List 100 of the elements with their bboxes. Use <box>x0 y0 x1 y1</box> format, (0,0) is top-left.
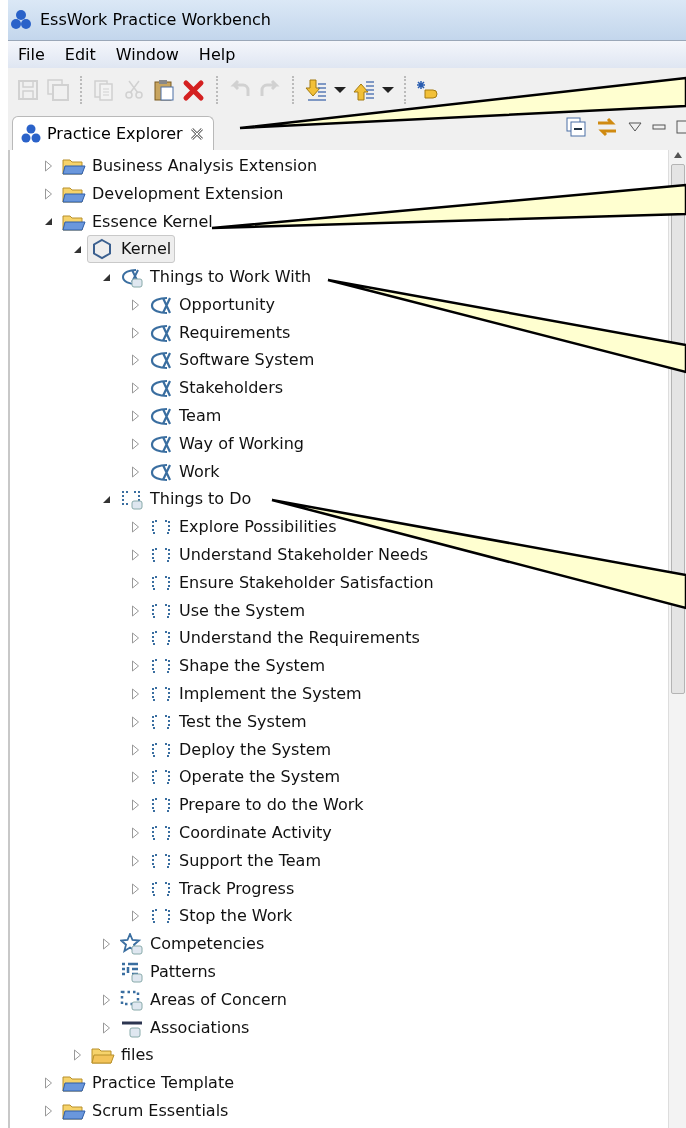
expand-arrow-icon[interactable] <box>130 827 140 839</box>
tree-item[interactable]: Associations <box>116 1013 254 1042</box>
menu-item[interactable]: File <box>8 42 55 67</box>
minimize-icon[interactable] <box>652 122 666 132</box>
group-icon <box>120 488 144 511</box>
new-item-icon <box>416 78 440 102</box>
tree-item[interactable]: Implement the System <box>145 680 366 709</box>
import-icon <box>304 78 328 102</box>
clipboard-button[interactable] <box>152 78 176 102</box>
expand-arrow-icon[interactable] <box>43 187 53 200</box>
tree-item[interactable]: Explore Possibilities <box>145 513 341 542</box>
copy-icon <box>92 78 116 102</box>
clipboard-icon <box>152 78 176 102</box>
collapse-all-icon[interactable] <box>566 117 586 137</box>
tree-item[interactable]: Business Analysis Extension <box>58 151 322 180</box>
tree-item[interactable]: Coordinate Activity <box>145 819 336 848</box>
alpha-icon <box>149 377 173 400</box>
expand-arrow-icon[interactable] <box>101 993 111 1006</box>
tree-item[interactable]: Work <box>145 457 224 486</box>
tree-item[interactable]: Things to Do <box>116 485 256 514</box>
caret-button[interactable] <box>334 87 346 93</box>
tree-item[interactable]: Stakeholders <box>145 374 288 403</box>
expand-arrow-icon[interactable] <box>130 326 140 339</box>
new-item-button[interactable] <box>416 78 440 102</box>
tree-item[interactable]: Understand Stakeholder Needs <box>145 541 433 570</box>
tree-item[interactable]: Competencies <box>116 930 269 959</box>
expand-arrow-icon[interactable] <box>101 938 111 951</box>
explorer-icon <box>21 123 41 144</box>
view-tab[interactable]: Practice Explorer <box>12 116 214 150</box>
tree-item[interactable]: Use the System <box>145 596 309 625</box>
tree-item[interactable]: Operate the System <box>145 763 345 792</box>
tree-item[interactable]: Requirements <box>145 318 295 347</box>
tree-item[interactable]: Team <box>145 402 226 431</box>
expand-arrow-icon[interactable] <box>130 854 140 867</box>
tree-item[interactable]: Understand the Requirements <box>145 624 424 653</box>
menu-item[interactable]: Edit <box>54 42 106 67</box>
delete-button[interactable] <box>182 78 206 102</box>
expand-arrow-icon[interactable] <box>130 743 140 756</box>
tree-item[interactable]: Shape the System <box>145 652 330 681</box>
expand-arrow-icon[interactable] <box>130 688 140 701</box>
expand-arrow-icon[interactable] <box>130 465 140 478</box>
expand-arrow-icon[interactable] <box>130 799 140 812</box>
expand-arrow-icon[interactable] <box>130 604 140 617</box>
export-icon <box>352 78 376 102</box>
scrollbar[interactable] <box>668 150 686 1128</box>
tree-item[interactable]: Deploy the System <box>145 735 336 764</box>
tree-item[interactable]: Track Progress <box>145 874 299 903</box>
collapse-arrow-icon[interactable] <box>101 494 111 504</box>
group-icon <box>120 266 144 289</box>
collapse-arrow-icon[interactable] <box>101 272 111 282</box>
tree-item[interactable]: files <box>87 1041 158 1070</box>
expand-arrow-icon[interactable] <box>130 660 140 673</box>
tree-item[interactable]: Things to Work With <box>116 263 316 292</box>
expand-arrow-icon[interactable] <box>72 1049 82 1062</box>
tree-item[interactable]: Scrum Essentials <box>58 1097 233 1125</box>
expand-arrow-icon[interactable] <box>130 549 140 562</box>
expand-arrow-icon[interactable] <box>130 882 140 895</box>
tree-item[interactable]: Test the System <box>145 707 311 736</box>
tree-item[interactable]: Practice Template <box>58 1069 238 1098</box>
import-button[interactable] <box>304 78 328 102</box>
tree-item[interactable]: Kernel <box>87 235 176 264</box>
export-button[interactable] <box>352 78 376 102</box>
expand-arrow-icon[interactable] <box>101 1021 111 1034</box>
expand-arrow-icon[interactable] <box>130 632 140 645</box>
close-icon[interactable] <box>188 125 205 142</box>
expand-arrow-icon[interactable] <box>130 382 140 395</box>
expand-arrow-icon[interactable] <box>130 354 140 367</box>
window-title: EssWork Practice Workbench <box>40 9 271 31</box>
expand-arrow-icon[interactable] <box>130 521 140 534</box>
collapse-arrow-icon[interactable] <box>43 217 53 226</box>
scissors-icon <box>122 78 146 102</box>
caret-button[interactable] <box>382 87 394 93</box>
expand-arrow-icon[interactable] <box>43 159 53 172</box>
expand-arrow-icon[interactable] <box>130 298 140 311</box>
tree-item[interactable]: Development Extension <box>58 179 288 208</box>
link-editor-icon[interactable] <box>596 116 618 138</box>
view-menu-icon[interactable] <box>628 121 642 133</box>
tree-item[interactable]: Essence Kernel <box>58 207 217 236</box>
menu-item[interactable]: Window <box>105 42 189 67</box>
tree-item[interactable]: Support the Team <box>145 846 325 875</box>
expand-arrow-icon[interactable] <box>130 910 140 923</box>
tree-item[interactable]: Patterns <box>116 958 220 986</box>
expand-arrow-icon[interactable] <box>130 437 140 450</box>
tree-item[interactable]: Prepare to do the Work <box>145 791 368 820</box>
tree-item[interactable]: Opportunity <box>145 290 279 319</box>
tree-item[interactable]: Stop the Work <box>145 902 297 931</box>
expand-arrow-icon[interactable] <box>130 771 140 784</box>
tree-item[interactable]: Way of Working <box>145 429 308 458</box>
tree-item[interactable]: Ensure Stakeholder Satisfaction <box>145 568 438 597</box>
caret-icon <box>382 87 394 93</box>
expand-arrow-icon[interactable] <box>43 1105 53 1117</box>
tree-item[interactable]: Software System <box>145 346 319 375</box>
expand-arrow-icon[interactable] <box>130 576 140 589</box>
collapse-arrow-icon[interactable] <box>72 244 82 254</box>
expand-arrow-icon[interactable] <box>43 1077 53 1090</box>
menu-item[interactable]: Help <box>188 42 246 67</box>
tree-item[interactable]: Areas of Concern <box>116 985 291 1014</box>
expand-arrow-icon[interactable] <box>130 715 140 728</box>
maximize-icon[interactable] <box>676 119 686 135</box>
expand-arrow-icon[interactable] <box>130 410 140 423</box>
